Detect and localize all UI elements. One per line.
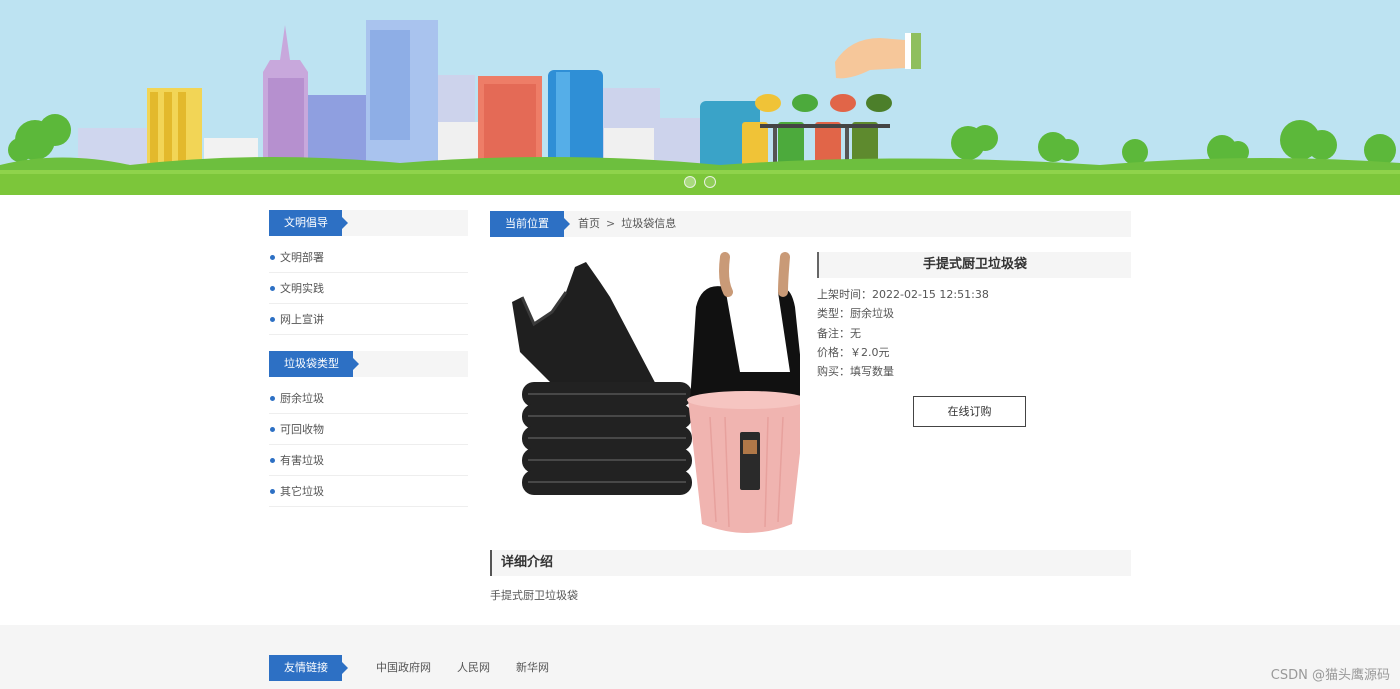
breadcrumb: 当前位置 首页 > 垃圾袋信息 bbox=[490, 211, 1131, 237]
sidebar-section-header: 文明倡导 bbox=[269, 210, 468, 236]
breadcrumb-label: 当前位置 bbox=[490, 211, 570, 237]
friend-link[interactable]: 人民网 bbox=[457, 655, 490, 681]
detail-text: 手提式厨卫垃圾袋 bbox=[490, 589, 578, 602]
product-type: 类型：厨余垃圾 bbox=[817, 307, 894, 321]
breadcrumb-path: 首页 > 垃圾袋信息 bbox=[578, 211, 676, 237]
sidebar-section-title: 垃圾袋类型 bbox=[269, 351, 359, 377]
watermark: CSDN @猫头鹰源码 bbox=[1270, 668, 1390, 683]
breadcrumb-separator: > bbox=[606, 217, 616, 230]
friend-links: 中国政府网 人民网 新华网 bbox=[376, 655, 549, 681]
breadcrumb-current: 垃圾袋信息 bbox=[621, 217, 677, 230]
carousel-dot[interactable] bbox=[684, 176, 696, 188]
sidebar-item[interactable]: 网上宣讲 bbox=[269, 304, 468, 335]
product-price: 价格：￥2.0元 bbox=[817, 345, 890, 359]
sidebar-list: 文明部署 文明实践 网上宣讲 bbox=[269, 242, 468, 335]
friend-link[interactable]: 中国政府网 bbox=[376, 655, 431, 681]
product-details: 上架时间：2022-02-15 12:51:38 类型：厨余垃圾 备注：无 价格… bbox=[817, 285, 1131, 381]
order-online-button[interactable]: 在线订购 bbox=[913, 396, 1026, 428]
detail-section-title: 详细介绍 bbox=[490, 550, 1131, 576]
sidebar-item[interactable]: 文明实践 bbox=[269, 273, 468, 304]
sidebar-item[interactable]: 有害垃圾 bbox=[269, 445, 468, 476]
breadcrumb-home-link[interactable]: 首页 bbox=[578, 217, 600, 230]
sidebar-item[interactable]: 厨余垃圾 bbox=[269, 383, 468, 414]
sidebar-item[interactable]: 其它垃圾 bbox=[269, 476, 468, 507]
city-illustration bbox=[0, 0, 1400, 195]
footer: 友情链接 中国政府网 人民网 新华网 CSDN @猫头鹰源码 bbox=[0, 625, 1400, 689]
sidebar-section-title: 文明倡导 bbox=[269, 210, 348, 236]
sidebar: 文明倡导 文明部署 文明实践 网上宣讲 垃圾袋类型 厨余垃圾 可回收物 有害垃圾… bbox=[269, 210, 468, 523]
carousel-dot[interactable] bbox=[704, 176, 716, 188]
product-image bbox=[500, 252, 807, 542]
product-remark: 备注：无 bbox=[817, 326, 861, 340]
sidebar-list: 厨余垃圾 可回收物 有害垃圾 其它垃圾 bbox=[269, 383, 468, 507]
sidebar-item[interactable]: 文明部署 bbox=[269, 242, 468, 273]
friend-link[interactable]: 新华网 bbox=[516, 655, 549, 681]
product-title: 手提式厨卫垃圾袋 bbox=[817, 252, 1131, 278]
product-listed-time: 上架时间：2022-02-15 12:51:38 bbox=[817, 288, 989, 301]
friend-links-label: 友情链接 bbox=[269, 655, 348, 681]
product-section: 手提式厨卫垃圾袋 上架时间：2022-02-15 12:51:38 类型：厨余垃… bbox=[490, 252, 1131, 542]
product-purchase: 购买：填写数量 bbox=[817, 365, 894, 379]
sidebar-item[interactable]: 可回收物 bbox=[269, 414, 468, 445]
hero-banner bbox=[0, 0, 1400, 195]
carousel-dots bbox=[684, 176, 716, 188]
sidebar-section-header: 垃圾袋类型 bbox=[269, 351, 468, 377]
product-info: 手提式厨卫垃圾袋 上架时间：2022-02-15 12:51:38 类型：厨余垃… bbox=[817, 252, 1131, 428]
main-content: 当前位置 首页 > 垃圾袋信息 手提式厨卫垃圾袋 上架时间：2022-02-15… bbox=[490, 211, 1131, 602]
